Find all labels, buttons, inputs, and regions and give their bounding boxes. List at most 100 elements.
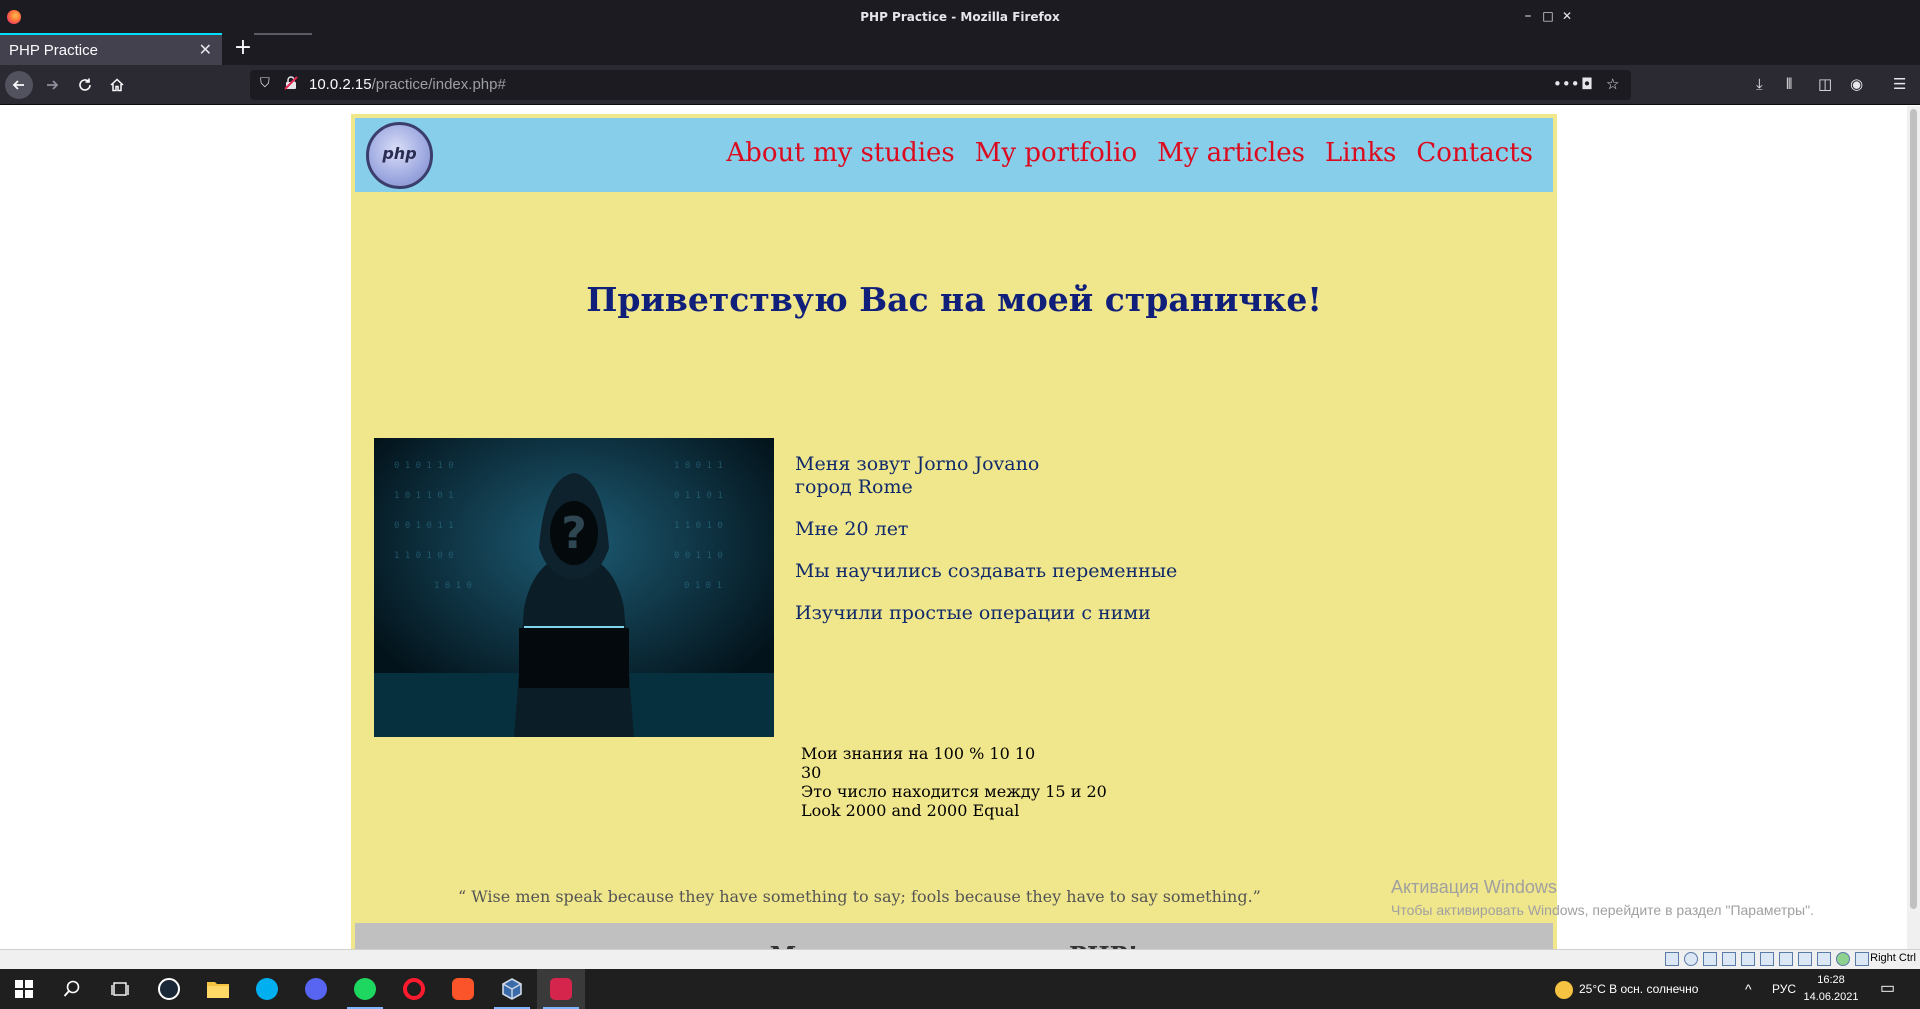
about-city: город Rome xyxy=(795,476,913,498)
window-title: PHP Practice - Mozilla Firefox xyxy=(860,10,1060,24)
vbox-vtx-icon[interactable] xyxy=(1836,952,1850,966)
stats-line-2: 30 xyxy=(801,763,822,782)
folder-icon xyxy=(207,982,229,998)
svg-text:1 1 0 1 0 0: 1 1 0 1 0 0 xyxy=(394,551,454,561)
page-scrollbar[interactable] xyxy=(1907,106,1920,949)
insecure-lock-icon[interactable] xyxy=(284,76,298,90)
vbox-host-key: Right Ctrl xyxy=(1870,952,1916,964)
task-view-icon xyxy=(111,982,129,996)
url-text[interactable]: 10.0.2.15/practice/index.php# xyxy=(309,76,506,93)
svg-text:1 0 1 0: 1 0 1 0 xyxy=(434,581,472,591)
about-learned-variables: Мы научились создавать переменные xyxy=(795,560,1178,582)
php-logo[interactable]: php xyxy=(366,122,433,189)
page-actions-icon[interactable]: ••• xyxy=(1553,75,1580,93)
url-host: 10.0.2.15 xyxy=(309,76,372,93)
vbox-optical-icon[interactable] xyxy=(1684,952,1698,966)
page-viewport: php About my studies My portfolio My art… xyxy=(0,106,1920,949)
menu-hamburger-icon[interactable]: ☰ xyxy=(1893,75,1906,93)
pocket-icon[interactable]: ◘ xyxy=(1581,75,1593,93)
arrow-right-icon xyxy=(47,80,59,90)
taskbar-opera[interactable] xyxy=(390,969,438,1009)
clock[interactable]: 16:28 14.06.2021 xyxy=(1801,972,1861,1006)
skype-icon xyxy=(256,978,278,1000)
site-header: php About my studies My portfolio My art… xyxy=(355,118,1553,192)
notifications-icon[interactable]: ▭ xyxy=(1880,969,1895,1009)
language-indicator[interactable]: РУС xyxy=(1772,969,1796,1009)
virtualbox-icon xyxy=(502,978,522,1000)
tray-overflow-chevron[interactable]: ^ xyxy=(1745,969,1752,1009)
vbox-harddisk-icon[interactable] xyxy=(1665,952,1679,966)
new-tab-button[interactable]: + xyxy=(231,36,255,60)
downloads-icon[interactable]: ⤓ xyxy=(1756,75,1763,93)
activation-subtitle: Чтобы активировать Windows, перейдите в … xyxy=(1391,902,1814,918)
about-block: Меня зовут Jorno Jovano город Rome Мне 2… xyxy=(795,453,1177,644)
forward-button[interactable] xyxy=(38,71,66,99)
svg-text:1 0 0 1 1: 1 0 0 1 1 xyxy=(674,461,723,471)
close-window-button[interactable]: ✕ xyxy=(1556,6,1578,26)
back-button[interactable] xyxy=(5,71,33,99)
php-logo-text: php xyxy=(382,144,417,163)
vbox-recording-icon[interactable] xyxy=(1798,952,1812,966)
home-button[interactable] xyxy=(103,71,131,99)
site-nav: About my studies My portfolio My article… xyxy=(726,138,1533,168)
vbox-usb-icon[interactable] xyxy=(1741,952,1755,966)
stats-line-4: Look 2000 and 2000 Equal xyxy=(801,801,1020,820)
nav-contacts[interactable]: Contacts xyxy=(1416,138,1533,168)
vbox-display-icon[interactable] xyxy=(1779,952,1793,966)
windows-activation-watermark: Активация Windows Чтобы активировать Win… xyxy=(1391,877,1814,918)
bookmark-star-icon[interactable]: ☆ xyxy=(1606,75,1619,93)
tab-strip: PHP Practice ✕ + xyxy=(0,33,1920,65)
tab-php-practice[interactable]: PHP Practice ✕ xyxy=(0,33,222,65)
sidebar-icon[interactable]: ◫ xyxy=(1818,75,1832,93)
vbox-cpu-icon[interactable] xyxy=(1817,952,1831,966)
vbox-audio-icon[interactable] xyxy=(1703,952,1717,966)
search-button[interactable] xyxy=(48,969,96,1009)
weather-widget[interactable]: 25°C В осн. солнечно xyxy=(1555,969,1698,1009)
vbox-mouse-integration-icon[interactable] xyxy=(1855,952,1869,966)
svg-text:0 0 1 1 0: 0 0 1 1 0 xyxy=(674,551,723,561)
windows-logo-icon xyxy=(15,980,33,998)
vbox-network-icon[interactable] xyxy=(1722,952,1736,966)
taskbar-file-explorer[interactable] xyxy=(194,969,242,1009)
stats-line-3: Это число находится между 15 и 20 xyxy=(801,782,1107,801)
scrollbar-thumb[interactable] xyxy=(1910,109,1917,909)
taskbar-spotify[interactable] xyxy=(341,969,389,1009)
windows-taskbar: 25°C В осн. солнечно ^ РУС 16:28 14.06.2… xyxy=(0,969,1920,1009)
about-name-city: Меня зовут Jorno Jovano город Rome xyxy=(795,453,1177,499)
svg-text:0 1 1 0 1: 0 1 1 0 1 xyxy=(674,491,723,501)
taskbar-discord[interactable] xyxy=(292,969,340,1009)
php-basics-title: Мы изучили основы PHP! xyxy=(355,941,1553,949)
nav-about-my-studies[interactable]: About my studies xyxy=(726,138,954,168)
taskbar-steam[interactable] xyxy=(145,969,193,1009)
start-button[interactable] xyxy=(0,969,48,1009)
quote-text: “ Wise men speak because they have somet… xyxy=(458,887,1261,906)
steam-icon xyxy=(158,978,180,1000)
taskbar-skype[interactable] xyxy=(243,969,291,1009)
taskbar-vm-window[interactable] xyxy=(537,969,585,1009)
account-icon[interactable]: ◉ xyxy=(1850,75,1863,93)
task-view-button[interactable] xyxy=(96,969,144,1009)
php-basics-section: Мы изучили основы PHP! xyxy=(355,923,1553,949)
minimize-button[interactable]: – xyxy=(1517,6,1539,26)
tab-close-icon[interactable]: ✕ xyxy=(199,40,212,59)
svg-text:0 0 1 0 1 1: 0 0 1 0 1 1 xyxy=(394,521,454,531)
greeting-heading: Приветствую Вас на моей страничке! xyxy=(586,280,1322,319)
weather-text: 25°C В осн. солнечно xyxy=(1579,982,1699,996)
navigation-toolbar: ⛉ 10.0.2.15/practice/index.php# ••• ◘ ☆ … xyxy=(0,65,1920,105)
about-age: Мне 20 лет xyxy=(795,518,909,540)
svg-text:0 1 0 1 1 0: 0 1 0 1 1 0 xyxy=(394,461,454,471)
vbox-shared-folders-icon[interactable] xyxy=(1760,952,1774,966)
nav-my-portfolio[interactable]: My portfolio xyxy=(975,138,1137,168)
taskbar-brave[interactable] xyxy=(439,969,487,1009)
tab-overflow-indicator xyxy=(254,33,312,35)
reload-button[interactable] xyxy=(71,71,99,99)
taskbar-virtualbox[interactable] xyxy=(488,969,536,1009)
shield-icon[interactable]: ⛉ xyxy=(260,76,270,91)
library-icon[interactable]: ⫴ xyxy=(1786,75,1792,93)
about-learned-operations: Изучили простые операции с ними xyxy=(795,602,1151,624)
opera-icon xyxy=(403,978,425,1000)
nav-links[interactable]: Links xyxy=(1325,138,1396,168)
address-bar[interactable]: ⛉ 10.0.2.15/practice/index.php# ••• ◘ ☆ xyxy=(250,70,1631,100)
nav-my-articles[interactable]: My articles xyxy=(1157,138,1305,168)
reload-icon xyxy=(79,78,91,91)
